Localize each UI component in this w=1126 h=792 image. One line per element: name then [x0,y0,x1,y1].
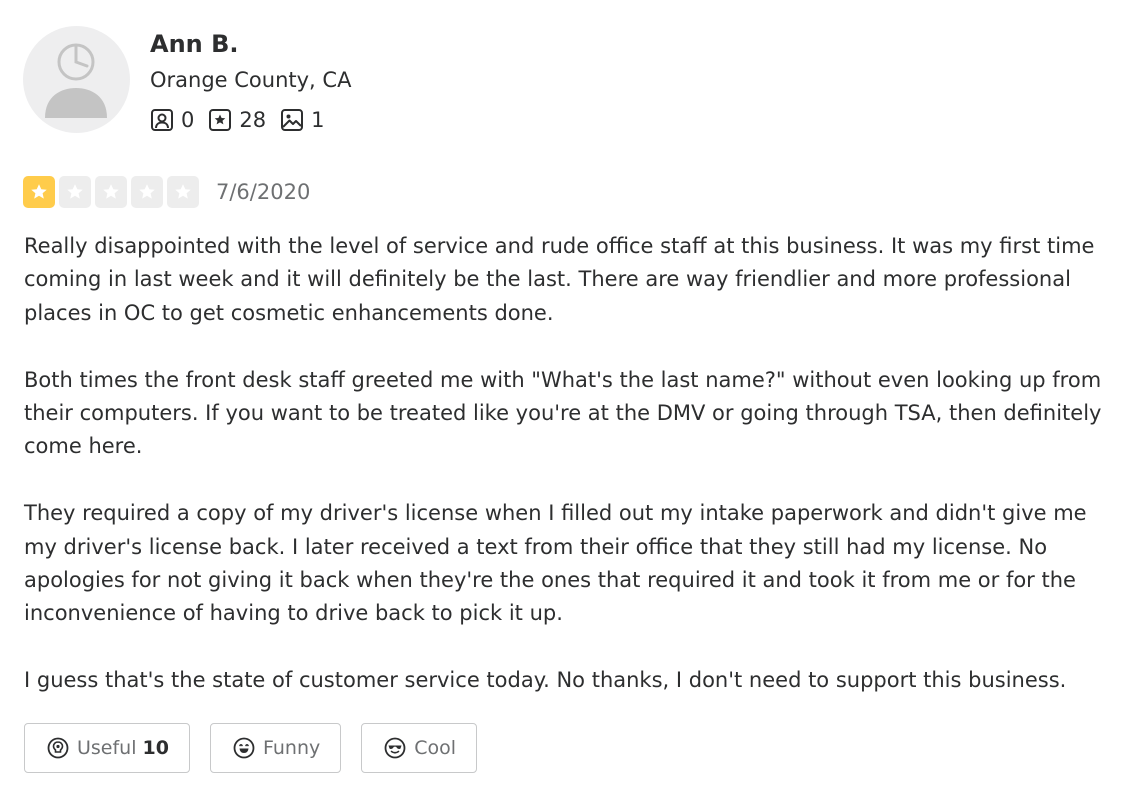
star-icon [139,184,155,199]
reaction-buttons: Useful 10 Funny Cool [24,723,478,773]
review-text: Really disappointed with the level of se… [24,230,1120,698]
photo-icon [281,109,304,131]
friends-icon [151,109,173,131]
avatar[interactable] [23,26,130,133]
star-icon [175,184,191,199]
review-paragraph: Really disappointed with the level of se… [24,234,1095,325]
user-location: Orange County, CA [150,68,352,92]
star-icon [103,184,119,199]
star-empty [167,176,199,208]
photos-stat: 1 [280,108,324,132]
star-empty [131,176,163,208]
review-star-icon [209,109,232,131]
funny-button[interactable]: Funny [209,723,342,773]
friends-count: 0 [181,108,195,132]
sunglasses-face-icon [384,737,406,759]
star-icon [67,184,83,199]
star-empty [95,176,127,208]
user-name[interactable]: Ann B. [150,29,239,59]
cool-button[interactable]: Cool [361,723,478,773]
funny-label: Funny [262,737,321,759]
reviews-count: 28 [239,108,267,132]
star-filled [23,176,55,208]
laughing-face-icon [233,737,255,759]
lightbulb-icon [47,737,69,759]
review-paragraph: Both times the front desk staff greeted … [24,367,1102,459]
default-user-icon [45,43,107,118]
cool-label: Cool [414,737,457,759]
review-paragraph: I guess that's the state of customer ser… [24,668,1067,693]
useful-count: 10 [142,737,169,759]
useful-button[interactable]: Useful 10 [24,723,190,773]
review-date: 7/6/2020 [216,180,311,204]
reviews-stat: 28 [208,108,266,132]
star-empty [59,176,91,208]
user-stats: 0 28 1 [150,106,338,134]
star-icon [31,184,47,199]
useful-label: Useful [77,737,137,759]
friends-stat: 0 [150,108,194,132]
photos-count: 1 [311,108,325,132]
star-rating [23,176,199,208]
review-paragraph: They required a copy of my driver's lice… [24,501,1087,626]
